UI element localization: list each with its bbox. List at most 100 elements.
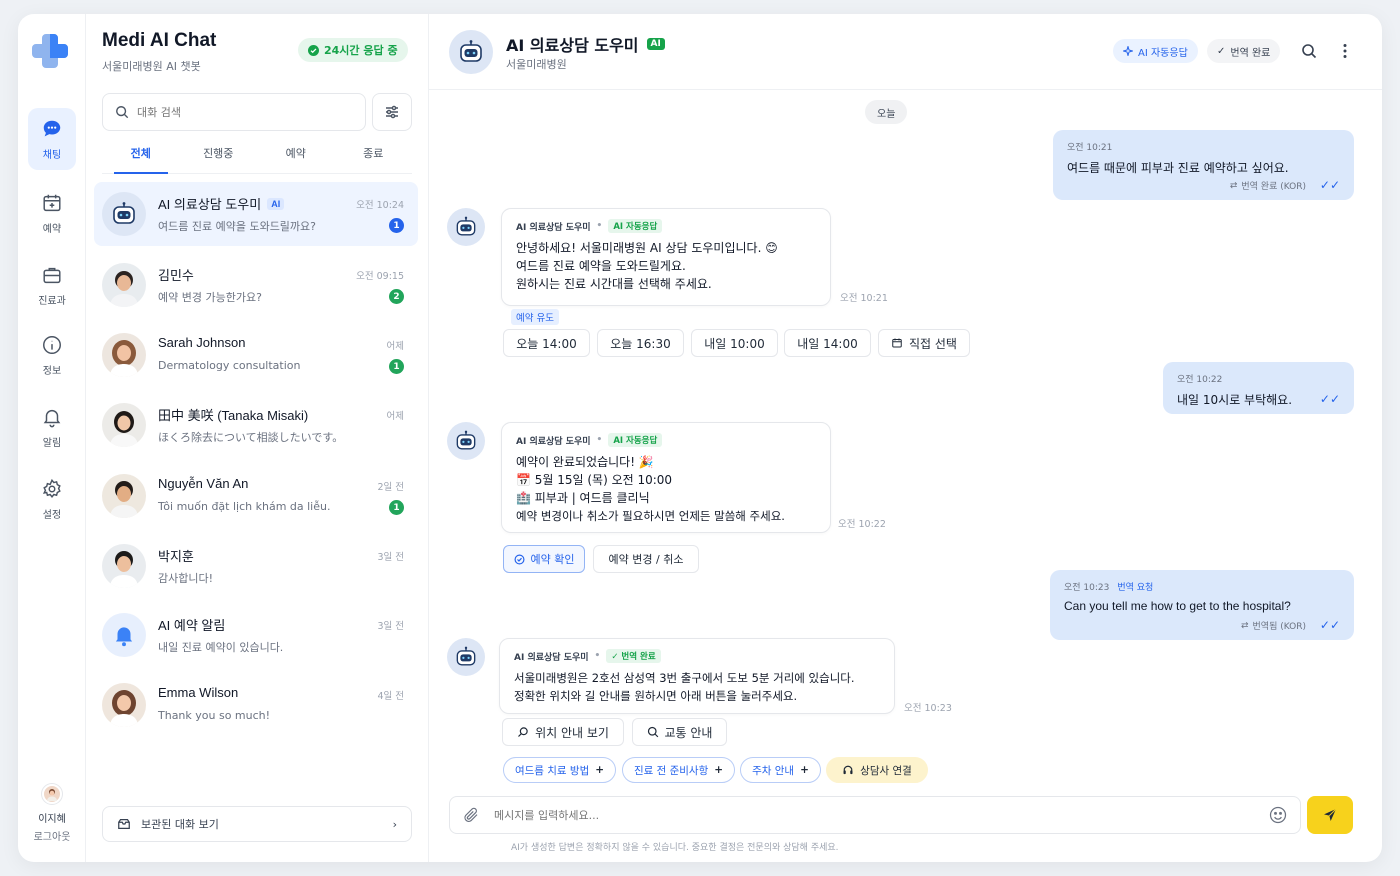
conversation-name: 田中 美咲 (Tanaka Misaki) (158, 408, 309, 423)
conversation-item[interactable]: 田中 美咲 (Tanaka Misaki) ほくろ除去について相談したいです。 … (94, 393, 418, 457)
conversation-item[interactable]: AI 예약 알림 내일 진료 예약이 있습니다. 3일 전 (94, 603, 418, 667)
rail-item-department[interactable]: 진료과 (28, 254, 76, 316)
conversation-preview: 여드름 진료 예약을 도와드릴까요? (158, 220, 317, 233)
change-reservation-button[interactable]: 예약 변경 / 취소 (593, 545, 699, 573)
bell-icon (115, 627, 133, 647)
conversation-item[interactable]: Sarah Johnson Dermatology consultation 어… (94, 323, 418, 387)
location-button[interactable]: 위치 안내 보기 (502, 718, 624, 746)
chat-subtitle: 서울미래병원 (506, 58, 567, 71)
conversation-name: Nguyễn Văn An (158, 476, 249, 491)
conversation-time: 어제 (386, 341, 404, 352)
ai-tag: AI (646, 38, 665, 50)
message-line: 🏥 피부과 | 여드름 클리닉 (516, 491, 650, 505)
send-icon (1324, 808, 1337, 821)
avatar (102, 333, 146, 377)
conversation-time: 오전 10:24 (356, 200, 404, 211)
avatar (102, 683, 146, 727)
emoji-icon[interactable] (1268, 805, 1288, 825)
ai-tag: AI (267, 197, 285, 210)
conversation-name: Emma Wilson (158, 685, 239, 700)
logout-link[interactable]: 로그아웃 (34, 828, 71, 843)
conversation-preview: Tôi muốn đặt lịch khám da liễu. (158, 500, 331, 513)
message-input[interactable] (494, 808, 1254, 822)
user-profile[interactable]: 이지혜 로그아웃 (18, 784, 86, 843)
conversation-item[interactable]: 김민수 예약 변경 가능한가요? 오전 09:15 2 (94, 253, 418, 317)
rail-label: 정보 (42, 365, 62, 377)
time-option-button[interactable]: 내일 14:00 (784, 329, 871, 357)
conversation-item[interactable]: Nguyễn Văn An Tôi muốn đặt lịch khám da … (94, 464, 418, 528)
robot-icon (456, 646, 476, 666)
confirm-reservation-button[interactable]: 예약 확인 (503, 545, 585, 573)
auto-reply-tag: AI 자동응답 (608, 433, 663, 447)
tab-reservation[interactable]: 예약 (257, 140, 335, 173)
archive-icon (118, 819, 130, 829)
filter-button[interactable] (372, 93, 412, 131)
conversation-panel: Medi AI Chat 서울미래병원 AI 챗봇 24시간 응답 중 전체 진… (86, 14, 429, 862)
check-circle-icon (308, 44, 319, 56)
message-line: 여드름 진료 예약을 도와드릴게요. (516, 259, 686, 273)
message-line: 원하시는 진료 시간대를 선택해 주세요. (516, 277, 712, 291)
sender-name: AI 의료상담 도우미 (516, 222, 591, 233)
search-box[interactable] (102, 93, 366, 131)
quick-reply-chip[interactable]: 진료 전 준비사항 + (622, 757, 735, 783)
time-option-button[interactable]: 오늘 16:30 (597, 329, 684, 357)
message-time: 오전 10:22 (838, 519, 886, 530)
medical-bag-icon (43, 267, 61, 283)
gear-icon (42, 478, 61, 498)
conversation-preview: 내일 진료 예약이 있습니다. (158, 641, 284, 654)
transport-button[interactable]: 교통 안내 (632, 718, 727, 746)
unread-count: 1 (389, 218, 404, 233)
conversation-name: AI 예약 알림 (158, 618, 226, 633)
rail-item-alerts[interactable]: 알림 (28, 396, 76, 458)
tab-closed[interactable]: 종료 (335, 140, 413, 173)
time-option-button[interactable]: 내일 10:00 (691, 329, 778, 357)
search-button[interactable] (1299, 41, 1319, 61)
booking-hint-tag: 예약 유도 (511, 309, 559, 325)
plus-icon: + (595, 764, 605, 776)
conversation-preview: 예약 변경 가능한가요? (158, 291, 262, 304)
more-button[interactable] (1335, 41, 1355, 61)
ai-auto-reply-pill[interactable]: AI 자동응답 (1113, 39, 1198, 63)
user-message: 오전 10:22 내일 10시로 부탁해요. ✓✓ (1163, 362, 1354, 414)
saved-chats-label: 보관된 대화 보기 (141, 818, 219, 831)
rail-label: 알림 (42, 437, 62, 449)
rail-label: 설정 (42, 509, 62, 521)
rail-item-reservation[interactable]: 예약 (28, 182, 76, 244)
avatar (102, 403, 146, 447)
ai-disclaimer: AI가 생성한 답변은 정확하지 않을 수 있습니다. 중요한 결정은 전문의와… (511, 843, 839, 853)
conversation-time: 어제 (386, 411, 404, 422)
bot-message: AI 의료상담 도우미 • AI 자동응답 안녕하세요! 서울미래병원 AI 상담 … (501, 208, 831, 306)
rail-item-settings[interactable]: 설정 (28, 468, 76, 530)
send-button[interactable] (1307, 796, 1353, 834)
message-time: 오전 10:23 (904, 703, 952, 714)
user-message: 오전 10:23 번역 요청 Can you tell me how to get… (1050, 570, 1354, 640)
message-time: 오전 10:21 (1067, 143, 1113, 153)
message-time: 오전 10:23 (1064, 583, 1110, 593)
more-vertical-icon (1343, 44, 1347, 58)
saved-chats-button[interactable]: 보관된 대화 보기 › (102, 806, 412, 842)
conversation-time: 3일 전 (377, 552, 404, 563)
tab-all[interactable]: 전체 (102, 140, 180, 174)
rail-item-chat[interactable]: 채팅 (28, 108, 76, 170)
conversation-item[interactable]: AI 의료상담 도우미 AI 여드름 진료 예약을 도와드릴까요? 오전 10:2… (94, 182, 418, 246)
translation-pill[interactable]: ✓ 번역 완료 (1207, 39, 1281, 63)
conversation-item[interactable]: Emma Wilson Thank you so much! 4일 전 (94, 673, 418, 737)
tab-in-progress[interactable]: 진행중 (180, 140, 258, 173)
custom-time-button[interactable]: 직접 선택 (878, 329, 970, 357)
time-option-button[interactable]: 오늘 14:00 (503, 329, 590, 357)
rail-item-info[interactable]: 정보 (28, 324, 76, 386)
bot-message: AI 의료상담 도우미 • ✓ 번역 완료 서울미래병원은 2호선 삼성역 3번 출… (499, 638, 895, 714)
connect-agent-chip[interactable]: 상담사 연결 (826, 757, 928, 783)
message-text: 내일 10시로 부탁해요. (1177, 393, 1293, 407)
unread-count: 1 (389, 500, 404, 515)
bot-avatar (447, 638, 485, 676)
quick-reply-chip[interactable]: 주차 안내 + (740, 757, 821, 783)
search-input[interactable] (137, 105, 337, 119)
conversation-name: AI 의료상담 도우미 AI (158, 194, 285, 213)
message-text: 여드름 때문에 피부과 진료 예약하고 싶어요. (1067, 161, 1289, 175)
conversation-item[interactable]: 박지훈 감사합니다! 3일 전 (94, 534, 418, 598)
message-line: 예약이 완료되었습니다! 🎉 (516, 455, 654, 469)
quick-reply-chip[interactable]: 여드름 치료 방법 + (503, 757, 616, 783)
user-name: 이지혜 (38, 814, 66, 825)
paperclip-icon[interactable] (462, 806, 480, 824)
